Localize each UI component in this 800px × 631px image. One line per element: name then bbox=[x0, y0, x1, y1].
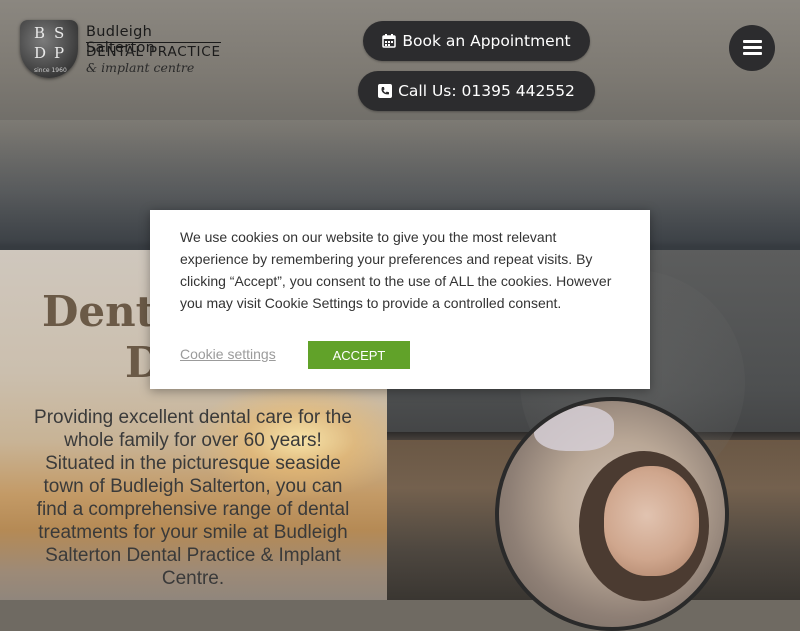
call-us-label: Call Us: 01395 442552 bbox=[398, 82, 575, 100]
logo-letter-p: P bbox=[54, 44, 65, 62]
logo-badge: B S D P since 1960 bbox=[20, 20, 78, 78]
logo-subtitle: DENTAL PRACTICE bbox=[86, 42, 221, 60]
accept-cookies-button[interactable]: ACCEPT bbox=[308, 341, 410, 369]
book-appointment-label: Book an Appointment bbox=[402, 32, 571, 50]
logo-letter-b: B bbox=[34, 24, 46, 42]
hero-description: Providing excellent dental care for the … bbox=[34, 407, 352, 589]
cookie-message: We use cookies on our website to give yo… bbox=[180, 229, 612, 311]
phone-icon bbox=[378, 84, 393, 98]
calendar-icon bbox=[382, 34, 397, 48]
menu-button[interactable] bbox=[729, 25, 775, 71]
logo-letter-s: S bbox=[54, 24, 65, 42]
book-appointment-button[interactable]: Book an Appointment bbox=[363, 21, 590, 61]
call-us-button[interactable]: Call Us: 01395 442552 bbox=[358, 71, 595, 111]
dental-patient-photo bbox=[495, 397, 729, 631]
cookie-settings-link[interactable]: Cookie settings bbox=[180, 346, 276, 362]
dentist-mask bbox=[534, 406, 614, 451]
logo-letter-d: D bbox=[34, 44, 47, 62]
logo-since: since 1960 bbox=[34, 67, 67, 74]
logo-tagline: & implant centre bbox=[86, 60, 195, 75]
cookie-consent-banner: We use cookies on our website to give yo… bbox=[150, 210, 650, 389]
patient-face bbox=[604, 466, 699, 576]
practice-logo[interactable]: B S D P since 1960 Budleigh Salterton DE… bbox=[20, 20, 225, 80]
